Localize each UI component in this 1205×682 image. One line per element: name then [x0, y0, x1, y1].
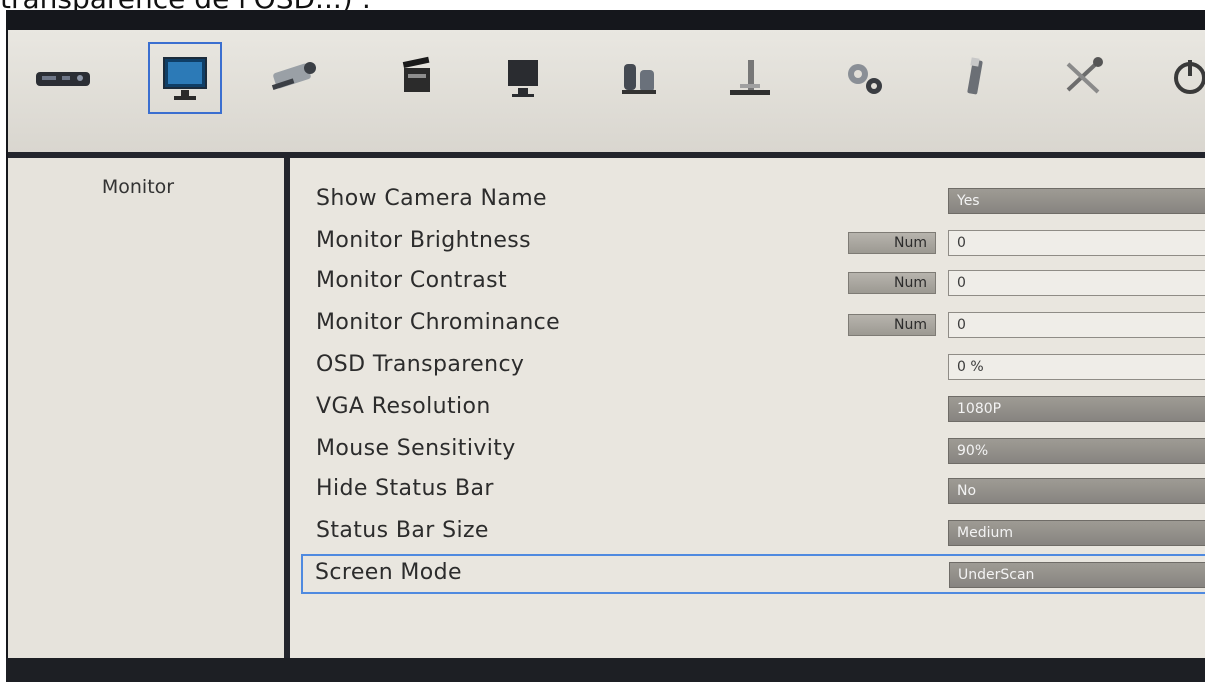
- mouse-sensitivity-select[interactable]: 90%: [948, 438, 1205, 464]
- setting-row-show-camera-name[interactable]: Show Camera Name Yes: [302, 180, 1205, 220]
- tool-maintenance[interactable]: [1046, 42, 1120, 114]
- power-icon: [1174, 60, 1205, 94]
- setting-label: VGA Resolution: [316, 394, 491, 419]
- network-icon: [622, 64, 656, 94]
- tool-settings[interactable]: [828, 42, 902, 114]
- setting-row-status-bar-size[interactable]: Status Bar Size Medium: [302, 512, 1205, 552]
- num-button[interactable]: Num: [848, 232, 936, 254]
- setting-row-hide-status-bar[interactable]: Hide Status Bar No: [302, 470, 1205, 510]
- tools-icon: [1066, 57, 1103, 94]
- setting-label: Status Bar Size: [316, 518, 489, 543]
- bottom-bar: [6, 658, 1205, 682]
- gears-icon: [848, 64, 882, 94]
- vga-resolution-select[interactable]: 1080P: [948, 396, 1205, 422]
- setting-label: Mouse Sensitivity: [316, 436, 516, 461]
- sidebar: Monitor: [8, 158, 284, 658]
- num-button[interactable]: Num: [848, 272, 936, 294]
- setting-row-monitor-chrominance[interactable]: Monitor Chrominance Num 0: [302, 304, 1205, 344]
- display-icon: [508, 60, 538, 97]
- tool-usb[interactable]: [938, 42, 1012, 114]
- main-toolbar: [8, 30, 1205, 158]
- settings-panel: Show Camera Name Yes Monitor Brightness …: [290, 158, 1205, 658]
- setting-label: Show Camera Name: [316, 186, 547, 211]
- status-bar-size-select[interactable]: Medium: [948, 520, 1205, 546]
- osd-transparency-input[interactable]: 0 %: [948, 354, 1205, 380]
- setting-label: Monitor Brightness: [316, 228, 532, 253]
- setting-row-monitor-brightness[interactable]: Monitor Brightness Num 0: [302, 222, 1205, 262]
- tool-power[interactable]: [1160, 42, 1205, 114]
- screen-mode-select[interactable]: UnderScan: [949, 562, 1205, 588]
- num-button[interactable]: Num: [848, 314, 936, 336]
- monitor-chrominance-input[interactable]: 0: [948, 312, 1205, 338]
- camera-icon: [271, 62, 316, 90]
- monitor-brightness-input[interactable]: 0: [948, 230, 1205, 256]
- setting-row-monitor-contrast[interactable]: Monitor Contrast Num 0: [302, 262, 1205, 302]
- tool-display[interactable]: [486, 42, 560, 114]
- monitor-contrast-input[interactable]: 0: [948, 270, 1205, 296]
- setting-label: OSD Transparency: [316, 352, 525, 377]
- tool-network[interactable]: [602, 42, 676, 114]
- setting-label: Monitor Chrominance: [316, 310, 561, 335]
- storage-stand-icon: [730, 60, 770, 95]
- dvr-device-icon: [36, 72, 90, 86]
- setting-label: Monitor Contrast: [316, 268, 508, 293]
- record-clapper-icon: [402, 56, 430, 92]
- hide-status-bar-select[interactable]: No: [948, 478, 1205, 504]
- setting-row-vga-resolution[interactable]: VGA Resolution 1080P: [302, 388, 1205, 428]
- setting-label: Hide Status Bar: [316, 476, 494, 501]
- tool-camera[interactable]: [258, 42, 332, 114]
- dvr-screen: Monitor Show Camera Name Yes Monitor Bri…: [6, 10, 1205, 682]
- sidebar-item-monitor[interactable]: Monitor: [8, 176, 268, 198]
- usb-icon: [967, 57, 983, 95]
- show-camera-name-select[interactable]: Yes: [948, 188, 1205, 214]
- tool-record[interactable]: [378, 42, 452, 114]
- tool-dvr-device[interactable]: [26, 42, 100, 114]
- tool-storage[interactable]: [712, 42, 786, 114]
- setting-row-mouse-sensitivity[interactable]: Mouse Sensitivity 90%: [302, 430, 1205, 470]
- setting-label: Screen Mode: [315, 560, 462, 585]
- setting-row-osd-transparency[interactable]: OSD Transparency 0 %: [302, 346, 1205, 386]
- setting-row-screen-mode[interactable]: Screen Mode UnderScan: [301, 554, 1205, 594]
- monitor-icon: [163, 57, 207, 100]
- tool-monitor[interactable]: [148, 42, 222, 114]
